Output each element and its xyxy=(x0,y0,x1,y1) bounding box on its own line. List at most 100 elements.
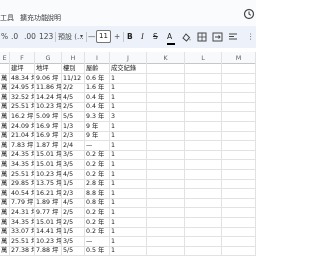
table-cell[interactable] xyxy=(222,140,256,151)
table-cell[interactable]: 萬 xyxy=(0,236,10,247)
table-cell[interactable]: 33.07 坪 xyxy=(10,227,35,238)
column-header-f[interactable]: F xyxy=(10,52,35,64)
number-format-button[interactable]: 123 xyxy=(39,31,53,43)
table-cell[interactable]: 2/4 xyxy=(62,140,85,151)
table-cell[interactable] xyxy=(185,131,222,142)
table-cell[interactable]: 34.35 坪 xyxy=(10,160,35,170)
table-cell[interactable]: 16.21 坪 xyxy=(35,188,62,199)
table-cell[interactable] xyxy=(185,227,222,238)
table-cell[interactable] xyxy=(147,121,185,132)
table-cell[interactable]: 25.51 坪 xyxy=(10,236,35,247)
table-cell[interactable]: 萬 xyxy=(0,217,10,228)
table-cell[interactable] xyxy=(185,236,222,247)
table-cell[interactable]: 24.09 坪 xyxy=(10,121,35,132)
table-cell[interactable]: — xyxy=(85,140,110,151)
table-cell[interactable] xyxy=(222,131,256,142)
table-cell[interactable]: 4/5 xyxy=(62,169,85,180)
table-cell[interactable]: 9.3 年 xyxy=(85,112,110,122)
decrease-font-size-button[interactable]: — xyxy=(88,31,96,43)
table-cell[interactable]: 13.75 坪 xyxy=(35,179,62,190)
table-cell[interactable]: 1 xyxy=(110,198,147,209)
table-cell[interactable]: 1/5 xyxy=(62,227,85,238)
table-cell[interactable] xyxy=(147,112,185,122)
table-cell[interactable] xyxy=(222,102,256,113)
table-cell[interactable]: 10.23 坪 xyxy=(35,169,62,180)
table-cell[interactable]: 1 xyxy=(110,140,147,151)
table-cell[interactable]: 萬 xyxy=(0,208,10,218)
table-cell[interactable] xyxy=(222,169,256,180)
table-cell[interactable] xyxy=(185,112,222,122)
table-cell[interactable] xyxy=(147,227,185,238)
table-cell[interactable] xyxy=(222,188,256,199)
table-cell[interactable]: 萬 xyxy=(0,227,10,238)
header-cell[interactable] xyxy=(147,64,185,74)
table-cell[interactable]: 14.24 坪 xyxy=(35,92,62,103)
table-cell[interactable]: 21.04 坪 xyxy=(10,131,35,142)
table-cell[interactable]: 27.38 坪 xyxy=(10,246,35,256)
column-header-i[interactable]: I xyxy=(85,52,110,64)
increase-decimal-button[interactable]: .00 xyxy=(24,31,36,43)
table-cell[interactable] xyxy=(222,73,256,84)
table-cell[interactable]: 9 年 xyxy=(85,131,110,142)
table-cell[interactable]: 1 xyxy=(110,160,147,170)
table-cell[interactable]: 25.51 坪 xyxy=(10,102,35,113)
table-cell[interactable]: 3/5 xyxy=(62,150,85,161)
table-cell[interactable]: — xyxy=(85,236,110,247)
table-cell[interactable] xyxy=(222,179,256,190)
table-cell[interactable] xyxy=(147,92,185,103)
table-cell[interactable]: 2/2 xyxy=(62,83,85,94)
header-cell[interactable]: 建坪 xyxy=(10,64,35,74)
table-cell[interactable]: 萬 xyxy=(0,169,10,180)
table-cell[interactable]: 0.4 年 xyxy=(85,102,110,113)
table-cell[interactable] xyxy=(147,236,185,247)
table-cell[interactable]: 萬 xyxy=(0,102,10,113)
table-cell[interactable]: 16.2 坪 xyxy=(10,112,35,122)
table-cell[interactable]: 32.52 坪 xyxy=(10,92,35,103)
column-header-l[interactable]: L xyxy=(185,52,222,64)
column-header-k[interactable]: K xyxy=(147,52,185,64)
table-cell[interactable]: 10.23 坪 xyxy=(35,236,62,247)
table-cell[interactable] xyxy=(222,160,256,170)
table-cell[interactable] xyxy=(147,83,185,94)
table-cell[interactable]: 5/5 xyxy=(62,246,85,256)
table-cell[interactable]: 10.23 坪 xyxy=(35,102,62,113)
table-cell[interactable] xyxy=(147,179,185,190)
table-cell[interactable] xyxy=(222,217,256,228)
table-cell[interactable]: 5/5 xyxy=(62,112,85,122)
table-cell[interactable]: 40.54 坪 xyxy=(10,188,35,199)
table-cell[interactable]: 29.85 坪 xyxy=(10,179,35,190)
table-cell[interactable]: 2/5 xyxy=(62,217,85,228)
table-cell[interactable]: 24.95 坪 xyxy=(10,83,35,94)
table-cell[interactable]: 3/5 xyxy=(62,236,85,247)
table-cell[interactable]: 萬 xyxy=(0,179,10,190)
table-cell[interactable]: 1 xyxy=(110,169,147,180)
table-cell[interactable]: 1 xyxy=(110,131,147,142)
table-cell[interactable] xyxy=(147,140,185,151)
table-cell[interactable]: 萬 xyxy=(0,92,10,103)
header-cell[interactable]: 成交紀錄 xyxy=(110,64,147,74)
table-cell[interactable]: 48.34 坪 xyxy=(10,73,35,84)
table-cell[interactable]: 24.31 坪 xyxy=(10,208,35,218)
table-cell[interactable]: 萬 xyxy=(0,140,10,151)
table-cell[interactable]: 萬 xyxy=(0,73,10,84)
table-cell[interactable] xyxy=(222,112,256,122)
table-cell[interactable]: 2/5 xyxy=(62,208,85,218)
menu-tools[interactable]: 工具 xyxy=(0,13,14,23)
header-cell[interactable] xyxy=(222,64,256,74)
table-cell[interactable] xyxy=(185,102,222,113)
table-cell[interactable] xyxy=(185,73,222,84)
table-cell[interactable]: 1 xyxy=(110,83,147,94)
borders-icon[interactable] xyxy=(197,32,207,42)
table-cell[interactable]: 1 xyxy=(110,217,147,228)
table-cell[interactable] xyxy=(222,208,256,218)
table-cell[interactable] xyxy=(147,169,185,180)
column-header-h[interactable]: H xyxy=(62,52,85,64)
table-cell[interactable]: 11/12 xyxy=(62,73,85,84)
table-cell[interactable] xyxy=(185,92,222,103)
table-cell[interactable]: 1.6 年 xyxy=(85,83,110,94)
history-icon[interactable] xyxy=(243,8,255,20)
table-cell[interactable]: 萬 xyxy=(0,150,10,161)
table-cell[interactable]: 2/3 xyxy=(62,188,85,199)
table-cell[interactable] xyxy=(185,169,222,180)
table-cell[interactable]: 25.51 坪 xyxy=(10,169,35,180)
